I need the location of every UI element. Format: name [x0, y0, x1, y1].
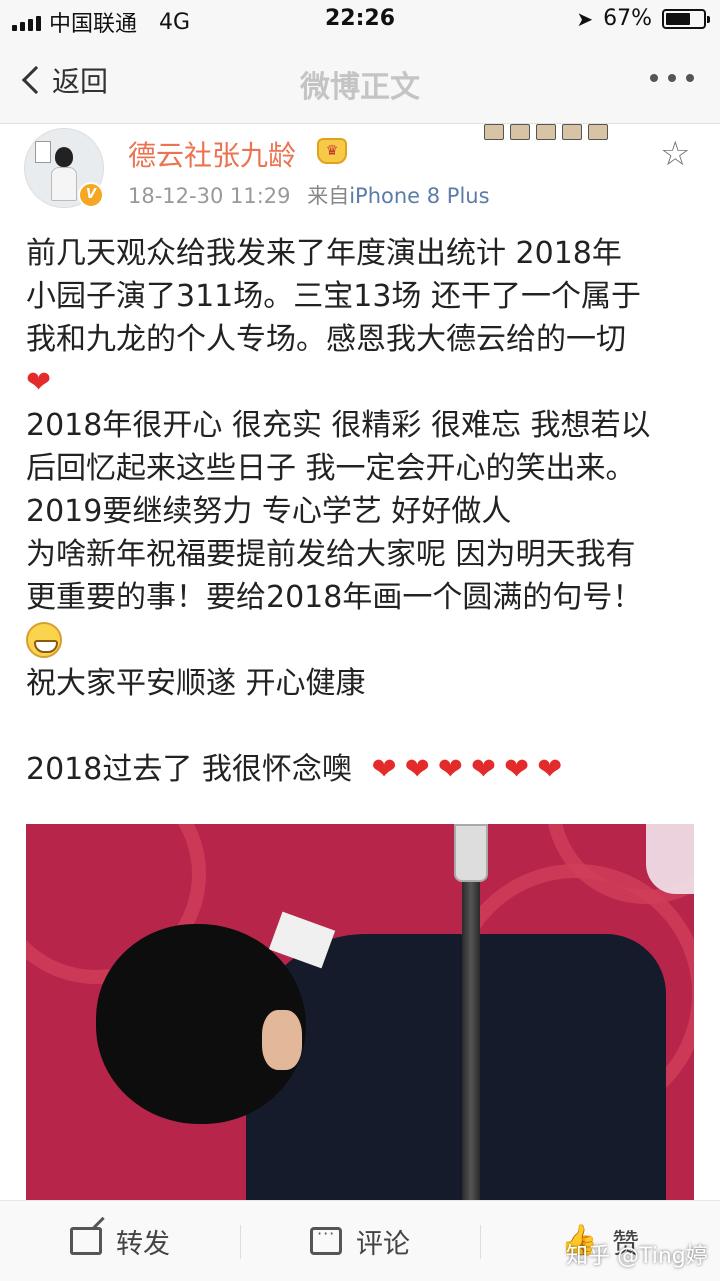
heart-icon: ❤ — [371, 752, 397, 787]
author-name[interactable]: 德云社张九龄 — [128, 134, 296, 174]
watermark: 知乎 @Ting婷 — [566, 1244, 708, 1269]
more-dot-icon — [650, 74, 658, 82]
repost-icon — [70, 1227, 102, 1255]
repost-button[interactable]: 转发 — [0, 1201, 240, 1281]
post-text-line: 我和九龙的个人专场。感恩我大德云给的一切 — [26, 322, 626, 357]
heart-icon: ❤ — [437, 752, 463, 787]
post-text-line: 2018年很开心 很充实 很精彩 很难忘 我想若以 — [26, 408, 651, 443]
battery-icon — [662, 8, 710, 29]
more-button[interactable] — [650, 74, 694, 82]
location-icon: ➤ — [576, 6, 594, 31]
post-text-line: 为啥新年祝福要提前发给大家呢 因为明天我有 — [26, 537, 636, 572]
more-dot-icon — [686, 74, 694, 82]
grin-emoji-icon — [26, 622, 62, 658]
verified-badge-icon: V — [78, 182, 104, 208]
nav-bar: 返回 微博正文 — [0, 40, 720, 124]
post-text-last-line: 2018过去了 我很怀念噢 ❤ ❤ ❤ ❤ ❤ ❤ — [26, 748, 706, 791]
battery-percent: 67% — [603, 6, 652, 31]
vip-crown-icon[interactable]: ♛ — [317, 138, 347, 164]
post-image[interactable] — [26, 824, 694, 1200]
repost-label: 转发 — [116, 1228, 170, 1260]
post-text-line: 2018过去了 我很怀念噢 — [26, 752, 352, 787]
post-text-line: 后回忆起来这些日子 我一定会开心的笑出来。 — [26, 451, 636, 486]
grin-emoji-line — [26, 619, 706, 662]
heart-icon: ❤ — [470, 752, 496, 787]
source-device[interactable]: iPhone 8 Plus — [349, 184, 489, 208]
source-prefix: 来自 — [307, 184, 350, 208]
heart-icon: ❤ — [26, 365, 52, 400]
post-content: 前几天观众给我发来了年度演出统计 2018年 小园子演了311场。三宝13场 还… — [26, 232, 706, 791]
heart-emoji-line: ❤ — [26, 361, 706, 404]
comment-button[interactable]: 评论 — [240, 1201, 480, 1281]
post-text-line: 更重要的事！要给2018年画一个圆满的句号！ — [26, 580, 643, 615]
favorite-star-icon[interactable]: ☆ — [660, 137, 690, 171]
comment-label: 评论 — [356, 1228, 410, 1260]
heart-icon: ❤ — [537, 752, 563, 787]
hearts-row: ❤ ❤ ❤ ❤ ❤ ❤ — [371, 752, 570, 787]
comment-icon — [310, 1224, 342, 1255]
post-text-line: 前几天观众给我发来了年度演出统计 2018年 — [26, 236, 622, 271]
post-text-line: 祝大家平安顺遂 开心健康 — [26, 666, 366, 701]
page-title: 微博正文 — [300, 70, 420, 105]
post-text-line: 小园子演了311场。三宝13场 还干了一个属于 — [26, 279, 641, 314]
status-bar: 中国联通 4G 22:26 ➤ 67% — [0, 0, 720, 40]
post-text-line: 2019要继续努力 专心学艺 好好做人 — [26, 494, 512, 529]
post-meta: 18-12-30 11:29 来自iPhone 8 Plus — [128, 180, 490, 210]
heart-icon: ❤ — [404, 752, 430, 787]
post-timestamp: 18-12-30 11:29 — [128, 184, 291, 208]
card-decoration — [484, 124, 654, 146]
heart-icon: ❤ — [504, 752, 530, 787]
more-dot-icon — [668, 74, 676, 82]
